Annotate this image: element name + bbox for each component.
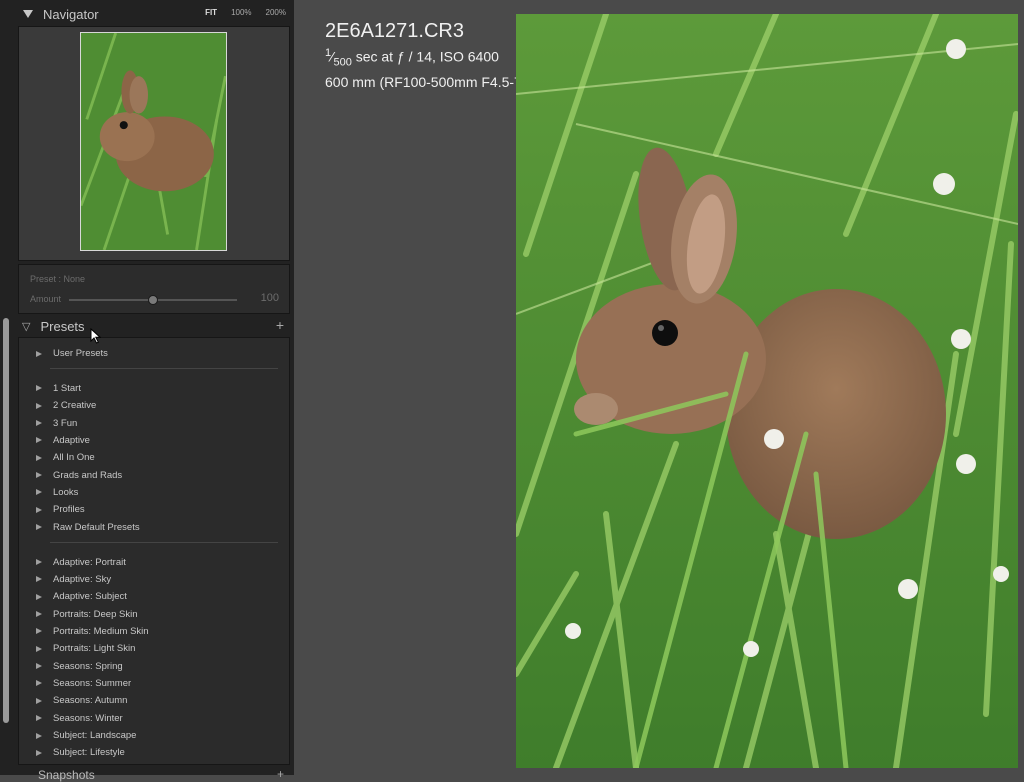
preset-amount-panel: Preset : None Amount 100 bbox=[18, 264, 290, 314]
presets-filter-icon[interactable]: ▽ bbox=[22, 320, 30, 333]
preset-folder-label: Seasons: Spring bbox=[53, 660, 123, 672]
add-preset-icon[interactable]: + bbox=[276, 317, 284, 333]
preset-folder-label: Seasons: Autumn bbox=[53, 695, 128, 707]
zoom-fit-option[interactable]: FIT bbox=[205, 8, 217, 17]
shutter-denominator: 500 bbox=[333, 56, 352, 69]
preset-folder-item[interactable]: User Presets bbox=[19, 345, 289, 362]
left-panel: Navigator FIT 100% 200% Preset: None Am… bbox=[0, 0, 294, 782]
preset-folder-item[interactable]: Grads and Rads bbox=[19, 467, 289, 484]
expand-triangle-icon bbox=[36, 506, 42, 513]
expand-triangle-icon bbox=[36, 454, 42, 461]
exposure-details: sec at ƒ / 14, ISO 6400 bbox=[351, 48, 499, 65]
preset-folder-item[interactable]: Profiles bbox=[19, 501, 289, 518]
preset-folder-item[interactable]: Portraits: Light Skin bbox=[19, 640, 289, 657]
preset-folder-label: Portraits: Medium Skin bbox=[53, 625, 149, 637]
navigator-thumbnail[interactable] bbox=[80, 32, 227, 251]
preset-folder-label: Profiles bbox=[53, 504, 85, 516]
preset-folder-item[interactable]: Adaptive: Sky bbox=[19, 571, 289, 588]
preset-folder-label: Portraits: Light Skin bbox=[53, 643, 136, 655]
preset-folder-item[interactable]: 2 Creative bbox=[19, 397, 289, 414]
expand-triangle-icon bbox=[36, 663, 42, 670]
amount-value: 100 bbox=[260, 292, 279, 304]
preset-folder-item[interactable]: Portraits: Deep Skin bbox=[19, 606, 289, 623]
preset-folder-item[interactable]: Subject: Landscape bbox=[19, 727, 289, 744]
expand-triangle-icon bbox=[36, 576, 42, 583]
expand-triangle-icon bbox=[36, 524, 42, 531]
expand-triangle-icon bbox=[36, 420, 42, 427]
expand-triangle-icon bbox=[36, 732, 42, 739]
presets-header[interactable]: ▽ Presets + bbox=[18, 314, 290, 338]
preset-folder-label: Adaptive bbox=[53, 434, 90, 446]
preset-folder-item[interactable]: Seasons: Autumn bbox=[19, 692, 289, 709]
snapshots-header[interactable]: Snapshots + bbox=[18, 765, 290, 782]
preset-folder-item[interactable]: 1 Start bbox=[19, 380, 289, 397]
preset-folder-item[interactable]: Adaptive: Portrait bbox=[19, 554, 289, 571]
preset-folder-item[interactable]: Subject: Lifestyle bbox=[19, 744, 289, 761]
navigator-preview-panel bbox=[18, 26, 290, 261]
expand-triangle-icon bbox=[36, 350, 42, 357]
navigator-title: Navigator bbox=[43, 6, 99, 22]
snapshots-title: Snapshots bbox=[38, 768, 95, 782]
expand-triangle-icon bbox=[36, 489, 42, 496]
preset-folder-item[interactable]: Adaptive bbox=[19, 432, 289, 449]
preset-folder-label: Subject: Lifestyle bbox=[53, 747, 125, 759]
amount-label: Amount bbox=[30, 294, 62, 304]
mouse-cursor-icon bbox=[90, 328, 101, 344]
preset-folder-item[interactable]: Adaptive: Subject bbox=[19, 588, 289, 605]
preset-folder-label: Grads and Rads bbox=[53, 469, 123, 481]
expand-triangle-icon bbox=[36, 611, 42, 618]
preset-folder-label: Looks bbox=[53, 486, 79, 498]
preset-folder-label: User Presets bbox=[53, 348, 108, 359]
preset-folder-label: Adaptive: Sky bbox=[53, 573, 112, 585]
preset-folder-label: 2 Creative bbox=[53, 400, 97, 412]
navigator-header[interactable]: Navigator FIT 100% 200% bbox=[18, 2, 290, 26]
preset-folder-item[interactable]: Raw Default Presets bbox=[19, 519, 289, 536]
preset-folder-label: Adaptive: Subject bbox=[53, 591, 127, 603]
preset-folder-item[interactable]: Seasons: Summer bbox=[19, 675, 289, 692]
shutter-numerator: 1 bbox=[325, 47, 332, 59]
preset-folder-label: Seasons: Summer bbox=[53, 677, 132, 689]
preset-label: Preset : None bbox=[30, 274, 86, 284]
expand-triangle-icon bbox=[36, 715, 42, 722]
preset-folder-label: All In One bbox=[53, 452, 95, 464]
zoom-100-option[interactable]: 100% bbox=[231, 8, 251, 17]
zoom-200-option[interactable]: 200% bbox=[266, 8, 286, 17]
amount-slider-thumb[interactable] bbox=[148, 295, 158, 305]
expand-triangle-icon bbox=[36, 628, 42, 635]
preset-folder-item[interactable]: Seasons: Winter bbox=[19, 710, 289, 727]
expand-triangle-icon bbox=[36, 437, 42, 444]
preset-folder-item[interactable]: 3 Fun bbox=[19, 415, 289, 432]
left-panel-scrollbar[interactable] bbox=[3, 318, 9, 723]
expand-triangle-icon bbox=[36, 697, 42, 704]
preset-folder-item[interactable]: Portraits: Medium Skin bbox=[19, 623, 289, 640]
expand-triangle-icon bbox=[36, 645, 42, 652]
preset-folder-item[interactable]: All In One bbox=[19, 449, 289, 466]
preset-group-separator bbox=[50, 542, 278, 543]
preset-folder-label: Seasons: Winter bbox=[53, 712, 123, 724]
preset-group-separator bbox=[50, 368, 278, 370]
preset-folder-label: 3 Fun bbox=[53, 417, 78, 429]
main-photo[interactable] bbox=[513, 11, 1019, 771]
preset-folder-label: Raw Default Presets bbox=[53, 521, 140, 533]
preset-folder-label: Portraits: Deep Skin bbox=[53, 608, 138, 620]
expand-triangle-icon bbox=[36, 749, 42, 756]
preset-folder-label: 1 Start bbox=[53, 382, 81, 394]
expand-triangle-icon bbox=[36, 385, 42, 392]
preset-folder-item[interactable]: Seasons: Spring bbox=[19, 658, 289, 675]
presets-title: Presets bbox=[40, 318, 85, 334]
expand-triangle-icon bbox=[36, 680, 42, 687]
expand-triangle-icon bbox=[36, 472, 42, 479]
preset-folder-label: Adaptive: Portrait bbox=[53, 556, 126, 568]
expand-triangle-icon bbox=[36, 593, 42, 600]
expand-triangle-icon bbox=[36, 559, 42, 565]
expand-triangle-icon bbox=[36, 402, 42, 409]
collapse-triangle-icon bbox=[23, 10, 33, 18]
preset-folder-item[interactable]: Looks bbox=[19, 484, 289, 501]
add-snapshot-icon[interactable]: + bbox=[277, 767, 284, 781]
presets-list: User Presets 1 Start 2 Creative 3 Fun Adapti… bbox=[18, 337, 290, 765]
preset-folder-label: Subject: Landscape bbox=[53, 730, 137, 741]
navigator-zoom-options: FIT 100% 200% bbox=[205, 8, 286, 17]
